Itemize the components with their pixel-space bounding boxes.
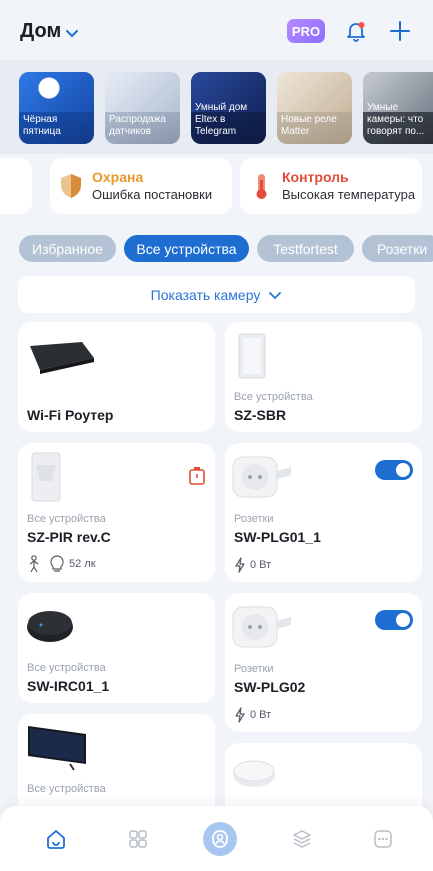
story-card[interactable]: Чёрная пятница — [19, 72, 94, 144]
device-card-sz-pir[interactable]: Все устройства SZ-PIR rev.C 52 лк — [18, 443, 215, 582]
power-toggle[interactable] — [375, 460, 413, 480]
event-subtitle: Высокая температура — [282, 187, 416, 202]
show-camera-button[interactable]: Показать камеру — [18, 276, 415, 313]
story-card[interactable]: Новые реле Matter — [277, 72, 352, 144]
device-name: SZ-PIR rev.C — [27, 529, 111, 545]
tv-image — [28, 726, 86, 771]
story-label: Распродажа датчиков — [109, 114, 166, 137]
power-value: 0 Вт — [250, 559, 272, 571]
device-card-sw-plg02[interactable]: Розетки SW-PLG02 0 Вт — [225, 593, 422, 732]
device-card-sw-plg01[interactable]: Розетки SW-PLG01_1 0 Вт — [225, 443, 422, 582]
device-room: Все устройства — [27, 662, 106, 674]
battery-alert-icon — [189, 467, 205, 485]
grid-icon — [129, 830, 147, 848]
nav-assistant[interactable] — [203, 822, 237, 856]
event-subtitle: Ошибка постановки — [92, 187, 213, 202]
device-name: SW-PLG02 — [234, 679, 306, 695]
device-room: Все устройства — [234, 391, 313, 403]
event-title: Охрана — [92, 169, 144, 185]
hub-image — [233, 760, 275, 787]
story-card[interactable]: Распродажа датчиков — [105, 72, 180, 144]
bottom-navigation — [0, 806, 433, 871]
chip-favorites[interactable]: Избранное — [19, 235, 116, 262]
chip-all-devices[interactable]: Все устройства — [124, 235, 249, 262]
device-card-router[interactable]: Wi-Fi Роутер — [18, 322, 215, 432]
device-card-sw-irc01[interactable]: Все устройства SW-IRC01_1 — [18, 593, 215, 703]
device-room: Все устройства — [27, 783, 106, 795]
smart-plug-image — [232, 456, 291, 498]
power-toggle[interactable] — [375, 610, 413, 630]
person-icon — [29, 555, 39, 573]
switch-image — [238, 333, 266, 379]
add-icon[interactable] — [387, 18, 413, 44]
event-card-control[interactable]: Контроль Высокая температура — [240, 158, 422, 214]
show-camera-label: Показать камеру — [150, 286, 261, 303]
bell-icon[interactable] — [343, 18, 369, 44]
lightning-icon — [235, 707, 245, 723]
home-selector[interactable]: Дом — [20, 20, 79, 43]
device-name: SW-PLG01_1 — [234, 529, 321, 545]
story-image — [19, 72, 94, 112]
router-image — [30, 342, 94, 374]
smart-plug-image — [232, 606, 291, 648]
event-card-partial[interactable] — [0, 158, 32, 214]
event-card-guard[interactable]: Охрана Ошибка постановки — [50, 158, 232, 214]
thermometer-icon — [248, 170, 274, 202]
story-card[interactable]: Умный дом Eltex в Telegram — [191, 72, 266, 144]
story-label: Умные камеры: что говорят по... — [367, 102, 425, 137]
nav-more[interactable] — [366, 822, 400, 856]
device-room: Розетки — [234, 513, 274, 525]
story-image — [105, 72, 180, 112]
story-image — [277, 72, 352, 112]
story-label: Чёрная пятница — [23, 114, 61, 137]
nav-devices[interactable] — [121, 822, 155, 856]
layers-icon — [293, 830, 311, 848]
device-name: Wi-Fi Роутер — [27, 407, 114, 423]
event-title: Контроль — [282, 169, 349, 185]
app-header: Дом PRO — [0, 0, 433, 62]
device-name: SW-IRC01_1 — [27, 678, 110, 694]
chip-sockets[interactable]: Розетки — [362, 235, 433, 262]
ir-controller-image — [27, 611, 73, 642]
nav-home[interactable] — [39, 822, 73, 856]
pro-badge[interactable]: PRO — [287, 19, 325, 43]
chevron-down-icon — [269, 291, 282, 299]
shield-icon — [58, 170, 84, 202]
story-card[interactable]: Умные камеры: что говорят по... — [363, 72, 433, 144]
story-label: Умный дом Eltex в Telegram — [195, 102, 248, 137]
home-icon — [47, 830, 65, 849]
lightbulb-icon — [50, 555, 64, 572]
stories-strip: Чёрная пятница Распродажа датчиков Умный… — [0, 60, 433, 154]
lux-value: 52 лк — [69, 558, 96, 570]
more-icon — [374, 830, 392, 848]
power-value: 0 Вт — [250, 709, 272, 721]
story-label: Новые реле Matter — [281, 114, 337, 137]
lightning-icon — [235, 557, 245, 573]
chevron-down-icon — [66, 29, 79, 37]
home-title: Дом — [20, 19, 62, 42]
motion-sensor-image — [31, 452, 61, 502]
assistant-icon — [212, 830, 228, 848]
device-name: SZ-SBR — [234, 407, 287, 423]
device-room: Все устройства — [27, 513, 106, 525]
device-card-sz-sbr[interactable]: Все устройства SZ-SBR — [225, 322, 422, 432]
chip-testfortest[interactable]: Testfortest — [257, 235, 354, 262]
device-room: Розетки — [234, 663, 274, 675]
nav-scenarios[interactable] — [285, 822, 319, 856]
